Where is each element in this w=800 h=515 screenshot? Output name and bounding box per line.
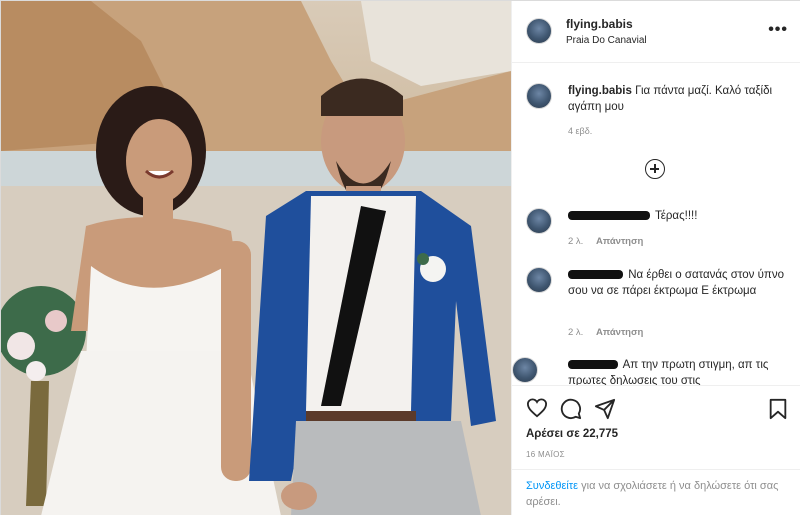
heart-icon[interactable] [526,398,548,418]
caption-username[interactable]: flying.babis [568,85,632,97]
comment-meta: 2 λ. Απάντηση [568,236,643,247]
login-link[interactable]: Συνδεθείτε [526,480,578,492]
comment-item: Απ την πρωτη στιγμη, απ τις πρωτες δηλωσ… [512,353,800,385]
caption-time[interactable]: 4 εβδ. [568,126,592,136]
reply-button[interactable]: Απάντηση [596,327,643,338]
likes-count[interactable]: Αρέσει σε 22,775 [526,428,618,440]
comment-time[interactable]: 2 λ. [568,236,583,247]
share-icon[interactable] [594,398,616,420]
author-avatar[interactable] [526,18,552,44]
redacted-username [568,360,618,370]
author-username[interactable]: flying.babis [566,17,633,31]
redacted-username [568,270,623,280]
redacted-username [568,211,650,221]
comment-text: Να έρθει ο σατανάς στον ύπνο σου να σε π… [568,267,793,299]
bookmark-icon[interactable] [768,398,788,420]
comment-time[interactable]: 2 λ. [568,327,583,338]
commenter-avatar[interactable] [526,267,552,293]
comment-text: Απ την πρωτη στιγμη, απ τις πρωτες δηλωσ… [568,357,793,385]
post-header: flying.babis Praia Do Canavial ••• [512,1,800,63]
wedding-photo-illustration [1,1,511,515]
post-location[interactable]: Praia Do Canavial [566,35,647,46]
comment-icon[interactable] [560,398,582,420]
post-photo[interactable] [1,1,511,515]
post-side-panel: flying.babis Praia Do Canavial ••• flyin… [511,1,800,515]
login-prompt: Συνδεθείτε για να σχολιάσετε ή να δηλώσε… [512,469,800,515]
reply-button[interactable]: Απάντηση [596,236,643,247]
post-date[interactable]: 16 ΜΑΪΟΣ [526,450,565,459]
commenter-avatar[interactable] [512,357,538,383]
instagram-post-view: flying.babis Praia Do Canavial ••• flyin… [0,0,800,515]
caption-text: flying.babis Για πάντα μαζί. Καλό ταξίδι… [568,83,788,115]
commenter-avatar[interactable] [526,208,552,234]
comment-text: Τέρας!!!! [568,208,793,224]
plus-circle-icon[interactable] [645,159,665,179]
post-actions: Αρέσει σε 22,775 16 ΜΑΪΟΣ Συνδεθείτε για… [512,385,800,515]
ellipsis-icon[interactable]: ••• [768,21,788,39]
comment-body: Τέρας!!!! [655,210,698,222]
comment-meta: 2 λ. Απάντηση [568,327,643,338]
caption-avatar[interactable] [526,83,552,109]
